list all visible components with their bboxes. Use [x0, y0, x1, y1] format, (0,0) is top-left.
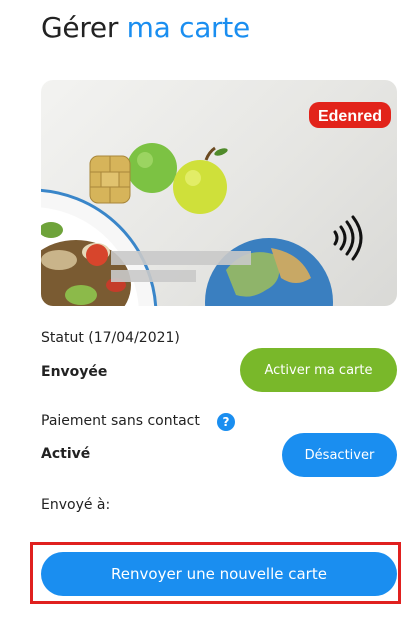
page-title-part2: ma carte: [126, 11, 251, 44]
status-label: Statut (17/04/2021): [41, 330, 180, 346]
salad-icon: [41, 188, 158, 306]
svg-text:Edenred: Edenred: [318, 108, 382, 125]
chip-icon: [89, 155, 131, 204]
manage-card-page: Gérer ma carte Edenred Statut (17/04/202…: [0, 0, 409, 619]
activate-card-button[interactable]: Activer ma carte: [240, 348, 397, 392]
sent-to-label: Envoyé à:: [41, 497, 111, 513]
payment-card-image: Edenred: [41, 80, 397, 306]
deactivate-contactless-button[interactable]: Désactiver: [282, 433, 397, 477]
globe-icon: [205, 238, 333, 306]
resend-card-button[interactable]: Renvoyer une nouvelle carte: [41, 552, 397, 596]
contactless-status-value: Activé: [41, 446, 91, 462]
apple-icon: [127, 143, 228, 214]
contactless-payment-label: Paiement sans contact: [41, 413, 200, 429]
contactless-icon: [333, 215, 363, 261]
masked-card-holder: [111, 270, 196, 282]
help-icon[interactable]: ?: [217, 413, 235, 431]
status-value: Envoyée: [41, 364, 108, 380]
page-title-part1: Gérer: [41, 11, 119, 44]
edenred-logo: Edenred: [309, 102, 391, 128]
masked-card-number: [111, 251, 251, 265]
page-title: Gérer ma carte: [41, 10, 250, 46]
